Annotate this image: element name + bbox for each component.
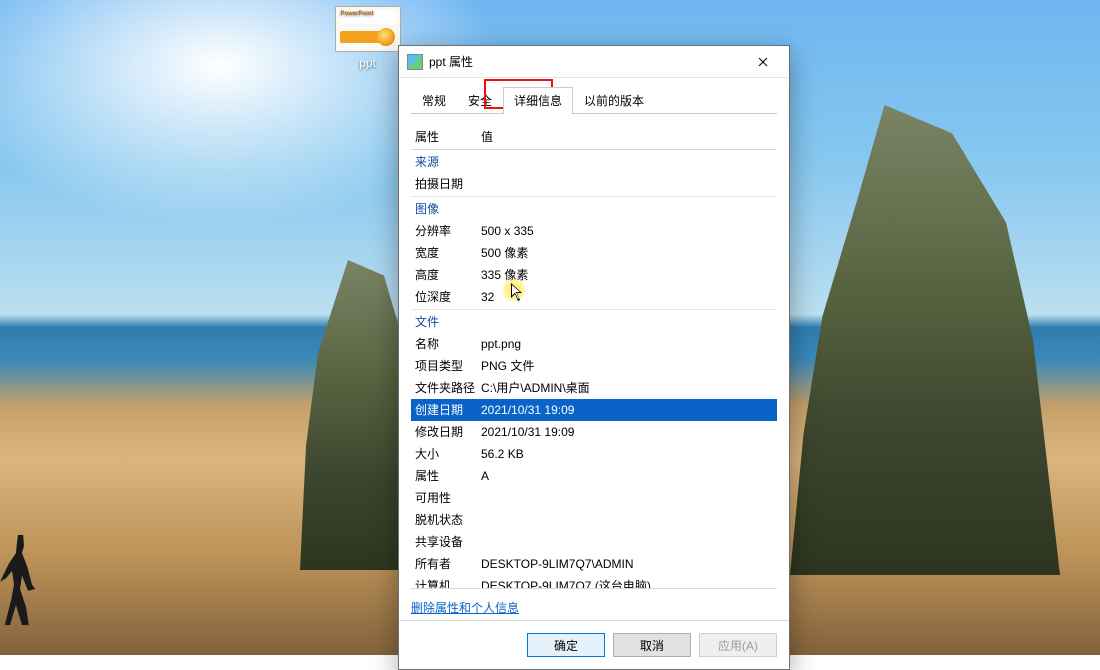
tab-general[interactable]: 常规 (411, 87, 457, 114)
details-pane: 属性 值 来源 拍摄日期 图像 分辨率 500 x 335 (411, 124, 777, 589)
dialog-button-row: 确定 取消 应用(A) (399, 620, 789, 669)
file-label: ppt (330, 56, 405, 70)
section-label: 文件 (415, 313, 481, 331)
tab-strip: 常规 安全 详细信息 以前的版本 (399, 78, 789, 113)
thumb-app-label: PowerPoint (341, 11, 374, 17)
ok-button[interactable]: 确定 (527, 633, 605, 657)
row-item-type[interactable]: 项目类型 PNG 文件 (411, 355, 777, 377)
row-name[interactable]: 名称 ppt.png (411, 333, 777, 355)
tab-previous-versions[interactable]: 以前的版本 (573, 87, 655, 114)
row-modified-date[interactable]: 修改日期 2021/10/31 19:09 (411, 421, 777, 443)
row-attributes[interactable]: 属性 A (411, 465, 777, 487)
row-shared-with[interactable]: 共享设备 (411, 531, 777, 553)
properties-dialog: ppt 属性 常规 安全 详细信息 以前的版本 属性 值 来源 拍摄日期 (398, 45, 790, 670)
section-label: 图像 (415, 200, 481, 218)
tab-security[interactable]: 安全 (457, 87, 503, 114)
window-icon (407, 54, 423, 70)
close-button[interactable] (743, 48, 783, 76)
row-created-date[interactable]: 创建日期 2021/10/31 19:09 (411, 399, 777, 421)
titlebar[interactable]: ppt 属性 (399, 46, 789, 78)
apply-button[interactable]: 应用(A) (699, 633, 777, 657)
remove-properties-link[interactable]: 删除属性和个人信息 (411, 601, 519, 615)
row-owner[interactable]: 所有者 DESKTOP-9LIM7Q7\ADMIN (411, 553, 777, 575)
row-availability[interactable]: 可用性 (411, 487, 777, 509)
file-thumbnail: PowerPoint (335, 6, 401, 52)
details-list[interactable]: 来源 拍摄日期 图像 分辨率 500 x 335 宽度 500 像素 (411, 150, 777, 588)
cancel-button[interactable]: 取消 (613, 633, 691, 657)
close-icon (758, 54, 768, 70)
row-offline-status[interactable]: 脱机状态 (411, 509, 777, 531)
row-size[interactable]: 大小 56.2 KB (411, 443, 777, 465)
section-source: 来源 (411, 150, 777, 173)
tab-details[interactable]: 详细信息 (503, 87, 573, 114)
details-columns: 属性 值 (411, 124, 777, 150)
window-title: ppt 属性 (429, 53, 743, 70)
section-file: 文件 (411, 309, 777, 333)
column-value[interactable]: 值 (481, 128, 777, 145)
row-resolution[interactable]: 分辨率 500 x 335 (411, 220, 777, 242)
row-height[interactable]: 高度 335 像素 (411, 264, 777, 286)
column-property[interactable]: 属性 (415, 128, 481, 145)
section-image: 图像 (411, 196, 777, 220)
row-computer[interactable]: 计算机 DESKTOP-9LIM7Q7 (这台电脑) (411, 575, 777, 588)
row-folder-path[interactable]: 文件夹路径 C:\用户\ADMIN\桌面 (411, 377, 777, 399)
desktop-file-ppt[interactable]: PowerPoint ppt (330, 6, 405, 70)
row-width[interactable]: 宽度 500 像素 (411, 242, 777, 264)
row-shot-date[interactable]: 拍摄日期 (411, 173, 777, 195)
section-label: 来源 (415, 153, 481, 171)
row-bit-depth[interactable]: 位深度 32 (411, 286, 777, 308)
